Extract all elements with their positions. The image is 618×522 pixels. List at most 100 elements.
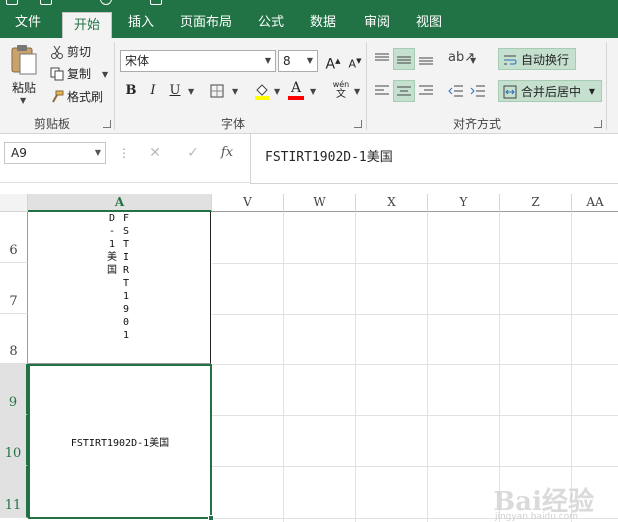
column-header-w[interactable]: W — [284, 194, 356, 212]
gridline — [571, 212, 572, 522]
phonetic-guide-icon[interactable]: wén 文 — [330, 80, 352, 100]
font-color-icon[interactable]: A — [288, 80, 304, 100]
row-header-10[interactable]: 10 — [0, 415, 28, 466]
formula-input[interactable]: FSTIRT1902D-1美国 — [250, 134, 618, 184]
row-header-7[interactable]: 7 — [0, 263, 28, 314]
row-header-11[interactable]: 11 — [0, 466, 28, 518]
select-all-corner[interactable] — [0, 194, 28, 212]
tab-view[interactable]: 视图 — [408, 8, 450, 38]
name-box[interactable]: A9 ▼ — [4, 142, 106, 164]
chevron-down-icon[interactable]: ▼ — [261, 51, 275, 71]
vertical-char: D — [108, 213, 116, 224]
paste-button[interactable]: 粘贴 — [12, 78, 36, 98]
font-group-label: 字体 — [220, 117, 245, 131]
formula-bar-grip-icon[interactable]: ⋮ — [118, 144, 130, 162]
align-bottom-icon[interactable] — [418, 52, 434, 66]
row-number: 10 — [4, 446, 22, 461]
cell-a9-text: FSTIRT1902D-1美国 — [70, 438, 170, 449]
underline-dropdown-icon[interactable]: ▼ — [188, 87, 194, 96]
vertical-char: T — [122, 278, 130, 289]
fill-color-icon[interactable] — [254, 82, 270, 100]
chevron-down-icon[interactable]: ▼ — [303, 51, 317, 71]
tab-formulas[interactable]: 公式 — [250, 8, 292, 38]
gridline — [427, 212, 428, 522]
align-left-icon[interactable] — [374, 84, 390, 98]
vertical-char: I — [122, 252, 130, 263]
font-launcher-icon[interactable] — [354, 120, 362, 128]
baidu-watermark-url: jingyan.baidu.com — [494, 512, 578, 522]
print-preview-icon[interactable] — [150, 0, 162, 5]
fill-handle[interactable] — [208, 515, 214, 521]
chevron-down-icon[interactable]: ▼ — [95, 143, 101, 163]
fill-color-dropdown-icon[interactable]: ▼ — [274, 87, 280, 96]
paste-dropdown-icon[interactable]: ▼ — [20, 96, 26, 105]
copy-button[interactable]: 复制 — [50, 64, 91, 84]
wrap-text-label: 自动换行 — [521, 53, 570, 67]
orientation-dropdown-icon[interactable]: ▼ — [470, 56, 476, 65]
tab-page-layout[interactable]: 页面布局 — [172, 8, 240, 38]
gridline — [212, 415, 618, 416]
tab-file[interactable]: 文件 — [0, 8, 56, 38]
borders-icon[interactable] — [210, 84, 224, 98]
copy-dropdown-icon[interactable]: ▼ — [102, 70, 108, 79]
font-size-combo[interactable]: 8 ▼ — [278, 50, 318, 72]
copy-label: 复制 — [67, 67, 92, 81]
tab-insert[interactable]: 插入 — [120, 8, 162, 38]
font-size-value: 8 — [283, 54, 291, 68]
cancel-icon[interactable]: ✕ — [144, 142, 166, 164]
font-name-combo[interactable]: 宋体 ▼ — [120, 50, 276, 72]
underline-button[interactable]: U — [164, 80, 186, 102]
merge-dropdown-icon[interactable]: ▼ — [589, 81, 595, 103]
clipboard-launcher-icon[interactable] — [103, 120, 111, 128]
merge-cells-icon — [503, 85, 517, 99]
decrease-indent-icon[interactable] — [448, 84, 464, 98]
wrap-text-icon — [504, 55, 517, 65]
row-number: 7 — [9, 294, 18, 309]
decrease-font-size-icon[interactable]: A▼ — [344, 50, 366, 72]
align-center-button[interactable] — [393, 80, 415, 102]
merge-center-button[interactable]: 合并后居中 ▼ — [498, 80, 602, 102]
column-header-aa[interactable]: AA — [572, 194, 618, 212]
name-box-value: A9 — [11, 146, 27, 160]
column-header-y[interactable]: Y — [428, 194, 500, 212]
vertical-text-column-1: D - 1 美 国 — [105, 212, 119, 277]
align-right-icon[interactable] — [418, 84, 434, 98]
title-bar — [0, 0, 618, 8]
increase-font-size-icon[interactable]: A▲ — [322, 50, 344, 73]
formula-bar-divider — [0, 182, 250, 183]
paste-icon[interactable] — [10, 44, 38, 76]
align-middle-button[interactable] — [393, 48, 415, 70]
row-header-9[interactable]: 9 — [0, 364, 28, 415]
column-header-x[interactable]: X — [356, 194, 428, 212]
borders-dropdown-icon[interactable]: ▼ — [232, 87, 238, 96]
align-center-icon — [397, 86, 411, 96]
cut-button[interactable]: 剪切 — [50, 42, 91, 62]
alignment-group-label: 对齐方式 — [452, 117, 501, 131]
save-icon[interactable] — [40, 0, 52, 5]
gridline — [355, 212, 356, 522]
clipboard-group-label: 剪贴板 — [33, 117, 70, 131]
column-header-z[interactable]: Z — [500, 194, 572, 212]
insert-function-button[interactable]: fx — [216, 142, 238, 164]
italic-button[interactable]: I — [142, 80, 164, 102]
row-number: 9 — [8, 395, 18, 410]
phonetic-dropdown-icon[interactable]: ▼ — [354, 87, 360, 96]
column-header-v[interactable]: V — [212, 194, 284, 212]
align-top-icon[interactable] — [374, 52, 390, 66]
enter-icon[interactable]: ✓ — [182, 142, 204, 164]
tab-data[interactable]: 数据 — [302, 8, 344, 38]
row-header-6[interactable]: 6 — [0, 212, 28, 263]
bold-button[interactable]: B — [120, 80, 142, 102]
font-color-dropdown-icon[interactable]: ▼ — [310, 87, 316, 96]
increase-indent-icon[interactable] — [470, 84, 486, 98]
alignment-launcher-icon[interactable] — [594, 120, 602, 128]
scissors-icon — [51, 45, 63, 59]
tab-home[interactable]: 开始 — [62, 12, 112, 38]
undo-icon[interactable] — [100, 0, 112, 5]
vertical-char: F — [122, 213, 130, 224]
format-painter-button[interactable]: 格式刷 — [50, 87, 103, 107]
column-header-a[interactable]: A — [28, 194, 212, 212]
row-header-8[interactable]: 8 — [0, 314, 28, 364]
wrap-text-button[interactable]: 自动换行 — [498, 48, 576, 70]
tab-review[interactable]: 审阅 — [356, 8, 398, 38]
